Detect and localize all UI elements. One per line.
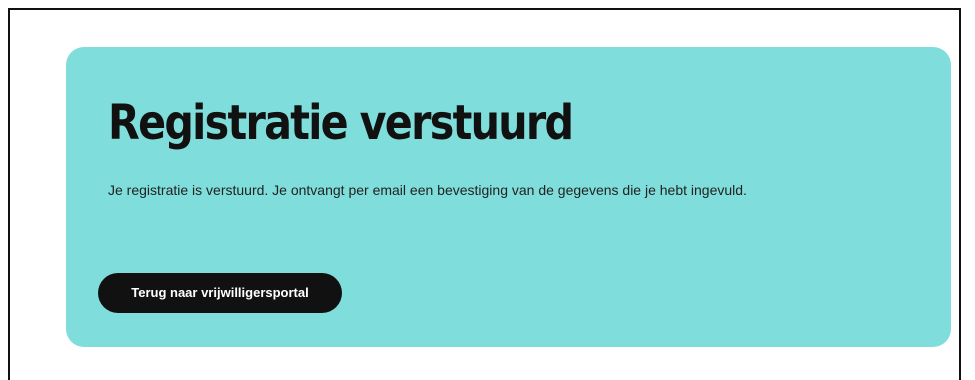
confirmation-card: Registratie verstuurd Je registratie is …: [66, 47, 951, 347]
back-to-portal-button[interactable]: Terug naar vrijwilligersportal: [98, 273, 342, 313]
confirmation-message: Je registratie is verstuurd. Je ontvangt…: [108, 182, 747, 198]
page-title: Registratie verstuurd: [108, 95, 574, 151]
